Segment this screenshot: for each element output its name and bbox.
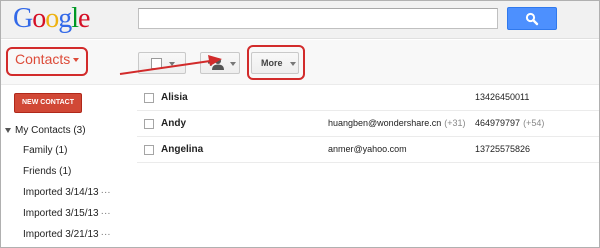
phone-value: 464979797 [475, 118, 521, 128]
contact-name[interactable]: Alisia [161, 92, 188, 103]
sidebar-item-group[interactable]: Family (1) [23, 145, 67, 156]
more-dots-icon[interactable]: ··· [101, 187, 111, 198]
window: Google Contacts More NEW CONTACT My Cont… [0, 0, 600, 248]
row-checkbox[interactable] [144, 145, 154, 155]
more-dots-icon[interactable]: ··· [101, 229, 111, 240]
sidebar-item-group[interactable]: Imported 3/14/13 ··· [23, 187, 111, 198]
email-value: huangben@wondershare.cn [328, 118, 442, 128]
contact-email: huangben@wondershare.cn (+31) [328, 118, 465, 128]
new-contact-button[interactable]: NEW CONTACT [14, 93, 82, 113]
sidebar-item-label: Imported 3/14/13 [23, 187, 99, 198]
email-value: anmer@yahoo.com [328, 144, 407, 154]
sidebar-item-my-contacts[interactable]: My Contacts (3) [5, 125, 86, 136]
table-row[interactable]: Alisia 13426450011 [137, 85, 599, 111]
table-row[interactable]: Andy huangben@wondershare.cn (+31) 464979… [137, 111, 599, 137]
sidebar-item-label: Family (1) [23, 145, 68, 156]
row-checkbox[interactable] [144, 119, 154, 129]
phone-value: 13426450011 [475, 92, 530, 102]
contact-phone: 13725575826 [475, 144, 533, 154]
sidebar: NEW CONTACT My Contacts (3) Family (1) F… [1, 85, 126, 247]
contact-name[interactable]: Angelina [161, 144, 203, 155]
contact-phone: 13426450011 [475, 92, 532, 102]
row-checkbox[interactable] [144, 93, 154, 103]
contact-email [328, 92, 331, 102]
sidebar-item-label: Imported 3/15/13 [23, 208, 99, 219]
contact-email: anmer@yahoo.com [328, 144, 410, 154]
sidebar-item-label: Friends (1) [23, 166, 72, 177]
sidebar-item-label: Imported 3/21/13 [23, 229, 99, 240]
contact-phone: 464979797 (+54) [475, 118, 544, 128]
table-row[interactable]: Angelina anmer@yahoo.com 13725575826 [137, 137, 599, 163]
sidebar-item-group[interactable]: Imported 3/15/13 ··· [23, 208, 111, 219]
more-dots-icon[interactable]: ··· [101, 208, 111, 219]
contact-name[interactable]: Andy [161, 118, 186, 129]
sidebar-item-label: My Contacts (3) [15, 125, 86, 136]
email-extra: (+31) [444, 118, 466, 128]
expand-triangle-icon [5, 127, 11, 133]
phone-value: 13725575826 [475, 144, 531, 154]
sidebar-item-group[interactable]: Friends (1) [23, 166, 71, 177]
sidebar-item-group[interactable]: Imported 3/21/13 ··· [23, 229, 111, 240]
phone-extra: (+54) [523, 118, 545, 128]
